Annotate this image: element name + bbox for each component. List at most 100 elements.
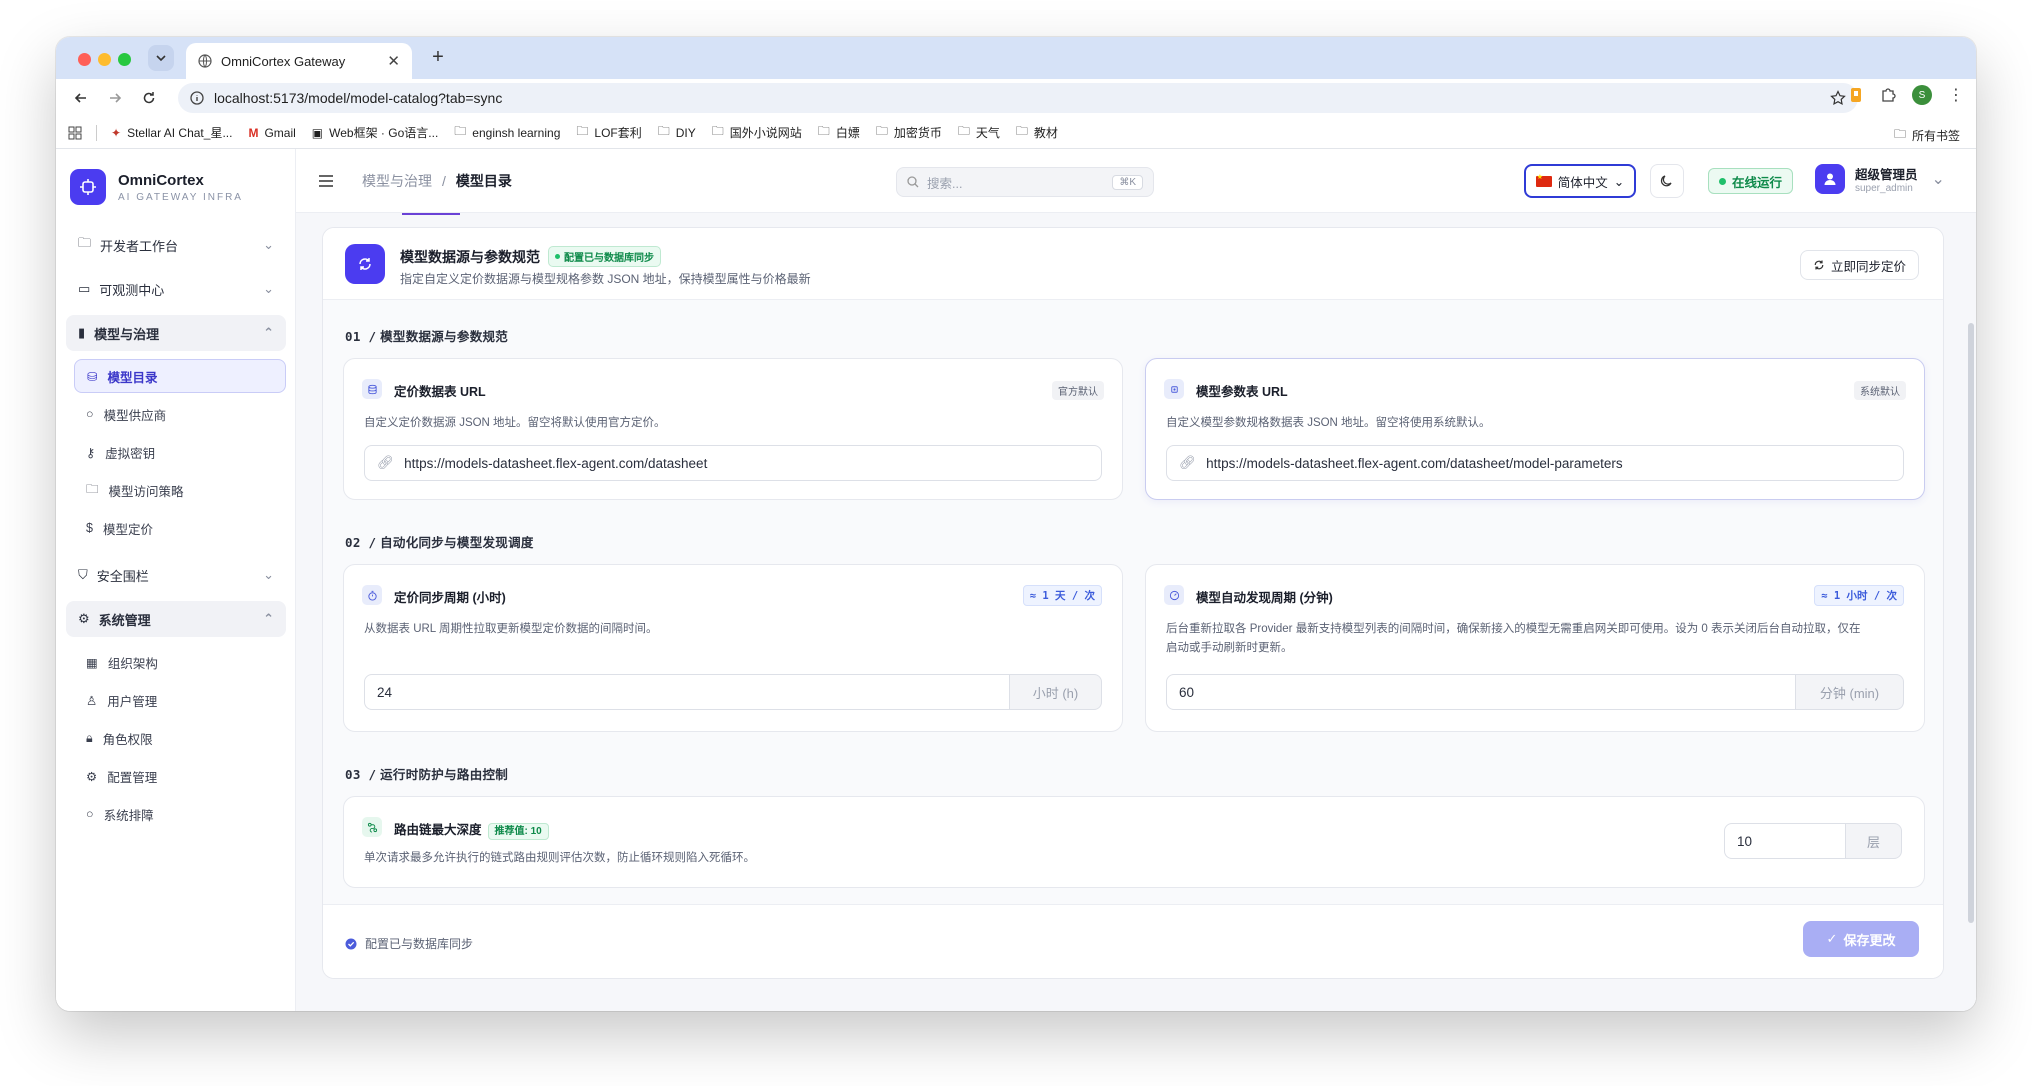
bookmark-folder[interactable]: 🗀 DIY bbox=[658, 122, 696, 143]
shield-icon: ⛉ bbox=[78, 567, 88, 582]
browser-tab[interactable]: OmniCortex Gateway ✕ bbox=[186, 43, 412, 79]
chevron-up-icon: ⌃ bbox=[263, 325, 274, 340]
bookmark-folder[interactable]: 🗀 enginsh learning bbox=[454, 122, 560, 143]
timer-icon bbox=[362, 585, 382, 605]
sidebar-item-pricing[interactable]: $ 模型定价 bbox=[66, 511, 286, 545]
refresh-icon bbox=[345, 244, 385, 284]
sidebar-item-troubleshoot[interactable]: ○ 系统排障 bbox=[66, 797, 286, 831]
card-title: 模型数据源与参数规范 bbox=[400, 248, 540, 265]
zoom-window-button[interactable] bbox=[118, 53, 131, 66]
search-input[interactable]: 搜索... ⌘K bbox=[896, 167, 1154, 197]
link-icon: 🔗︎ bbox=[377, 455, 395, 470]
nav-group-system[interactable]: ⚙ 系统管理 ⌃ bbox=[66, 601, 286, 637]
discover-period-unit: 分钟 (min) bbox=[1796, 674, 1904, 710]
extension-badge-icon[interactable] bbox=[1848, 87, 1864, 103]
bookmark-star-icon[interactable] bbox=[1830, 90, 1846, 106]
back-button[interactable] bbox=[64, 81, 98, 115]
lock-icon: 🔒︎ bbox=[86, 730, 93, 745]
menu-icon[interactable] bbox=[318, 174, 334, 188]
theme-toggle-button[interactable] bbox=[1650, 164, 1684, 198]
route-depth-desc: 单次请求最多允许执行的链式路由规则评估次数，防止循环规则陷入死循环。 bbox=[364, 852, 755, 864]
bookmark-folder[interactable]: 🗀 天气 bbox=[958, 122, 1000, 143]
discover-period-box: 模型自动发现周期 (分钟) ≈ 1 小时 / 次 后台重新拉取各 Provide… bbox=[1145, 564, 1925, 732]
footer-status: 配置已与数据库同步 bbox=[345, 935, 473, 952]
bookmark-folder[interactable]: 🗀 教材 bbox=[1016, 122, 1058, 143]
sidebar-item-org[interactable]: ▦ 组织架构 bbox=[66, 645, 286, 679]
new-tab-button[interactable]: + bbox=[426, 46, 450, 69]
compass-icon bbox=[1164, 585, 1184, 605]
reload-button[interactable] bbox=[132, 81, 166, 115]
profile-avatar[interactable]: S bbox=[1912, 85, 1932, 105]
bookmark-item[interactable]: M Gmail bbox=[248, 126, 295, 140]
sidebar-item-virtual-keys[interactable]: ⚷ 虚拟密钥 bbox=[66, 435, 286, 469]
nav-group-model[interactable]: ▮ 模型与治理 ⌃ bbox=[66, 315, 286, 351]
params-url-input[interactable]: 🔗︎ https://models-datasheet.flex-agent.c… bbox=[1166, 445, 1904, 481]
folder-icon: 🗀 bbox=[711, 124, 724, 138]
apps-grid-icon[interactable] bbox=[68, 126, 82, 140]
bookmark-item[interactable]: ▣ Web框架 · Go语言... bbox=[312, 124, 438, 141]
bookmark-folder[interactable]: 🗀 加密货币 bbox=[876, 122, 942, 143]
toolbar-actions: S ⋮ bbox=[1848, 85, 1964, 105]
nav-group-security[interactable]: ⛉ 安全围栏 ⌄ bbox=[66, 557, 286, 593]
bookmark-folder[interactable]: 🗀 LOF套利 bbox=[576, 122, 641, 143]
brand[interactable]: OmniCortex AI GATEWAY INFRA bbox=[70, 169, 243, 205]
sidebar-item-users[interactable]: ♙ 用户管理 bbox=[66, 683, 286, 717]
gear-icon: ⚙ bbox=[86, 769, 98, 784]
close-tab-icon[interactable]: ✕ bbox=[387, 52, 400, 70]
breadcrumb: 模型与治理 / 模型目录 bbox=[318, 171, 512, 191]
folder-icon: 🗀 bbox=[957, 124, 970, 138]
sidebar-nav: 🗀 开发者工作台 ⌄ ▭ 可观测中心 ⌄ ▮ 模型与治理 ⌃ ⛁ 模型目录 ○ 模型… bbox=[66, 227, 286, 843]
sidebar-item-access-policy[interactable]: 🗀 模型访问策略 bbox=[66, 473, 286, 507]
chevron-down-icon: ⌄ bbox=[1931, 171, 1945, 188]
route-depth-input[interactable]: 10 bbox=[1724, 823, 1846, 859]
status-badge: 在线运行 bbox=[1708, 168, 1794, 194]
card-header: 模型数据源与参数规范 配置已与数据库同步 指定自定义定价数据源与模型规格参数 J… bbox=[323, 228, 1943, 300]
chevron-down-icon: ⌄ bbox=[263, 237, 274, 252]
folder-icon: 🗀 bbox=[817, 124, 830, 138]
address-bar[interactable]: localhost:5173/model/model-catalog?tab=s… bbox=[178, 83, 1858, 113]
forward-button[interactable] bbox=[98, 81, 132, 115]
nav-group-observability[interactable]: ▭ 可观测中心 ⌄ bbox=[66, 271, 286, 307]
bookmark-folder[interactable]: 🗀 国外小说网站 bbox=[712, 122, 802, 143]
dollar-icon: $ bbox=[86, 521, 93, 535]
save-button[interactable]: ✓ 保存更改 bbox=[1803, 921, 1919, 957]
scrollbar[interactable] bbox=[1968, 323, 1974, 923]
circle-icon: ○ bbox=[86, 407, 94, 421]
sidebar-item-config[interactable]: ⚙ 配置管理 bbox=[66, 759, 286, 793]
model-submenu: ⛁ 模型目录 ○ 模型供应商 ⚷ 虚拟密钥 🗀 模型访问策略 $ 模型定价 bbox=[66, 359, 286, 545]
language-selector[interactable]: 简体中文 ⌄ bbox=[1524, 164, 1636, 198]
database-icon bbox=[362, 379, 382, 399]
stellar-icon: ✦ bbox=[111, 125, 122, 140]
system-submenu: ▦ 组织架构 ♙ 用户管理 🔒︎ 角色权限 ⚙ 配置管理 ○ 系统排障 bbox=[66, 645, 286, 831]
close-window-button[interactable] bbox=[78, 53, 91, 66]
more-menu-icon[interactable]: ⋮ bbox=[1948, 85, 1964, 105]
discover-period-title: 模型自动发现周期 (分钟) bbox=[1196, 591, 1333, 605]
card-body: 01 / 模型数据源与参数规范 定价数据表 URL 官方默认 自定义定价数据源 … bbox=[323, 300, 1943, 904]
user-name: 超级管理员 bbox=[1855, 168, 1918, 182]
bookmark-folder[interactable]: 🗀 白嫖 bbox=[818, 122, 860, 143]
breadcrumb-parent[interactable]: 模型与治理 bbox=[362, 171, 432, 191]
sync-pricing-button[interactable]: 立即同步定价 bbox=[1799, 250, 1919, 280]
section-heading-1: 01 / 模型数据源与参数规范 bbox=[345, 329, 509, 344]
nav-group-dev[interactable]: 🗀 开发者工作台 ⌄ bbox=[66, 227, 286, 263]
bookmarks-bar: ✦ Stellar AI Chat_星... M Gmail ▣ Web框架 · Go… bbox=[56, 117, 1976, 149]
globe-icon bbox=[198, 54, 212, 68]
sidebar-item-providers[interactable]: ○ 模型供应商 bbox=[66, 397, 286, 431]
user-menu[interactable]: 超级管理员 super_admin ⌄ bbox=[1815, 164, 1945, 194]
app-root: OmniCortex AI GATEWAY INFRA 🗀 开发者工作台 ⌄ ▭… bbox=[56, 149, 1976, 1011]
folder-icon: 🗀 bbox=[576, 124, 589, 138]
discover-period-input[interactable]: 60 bbox=[1166, 674, 1796, 710]
bookmark-item[interactable]: ✦ Stellar AI Chat_星... bbox=[111, 124, 232, 141]
sidebar-item-model-catalog[interactable]: ⛁ 模型目录 bbox=[74, 359, 286, 393]
minimize-window-button[interactable] bbox=[98, 53, 111, 66]
sidebar-item-roles[interactable]: 🔒︎ 角色权限 bbox=[66, 721, 286, 755]
book-icon: ▣ bbox=[311, 125, 324, 140]
cpu-icon bbox=[1164, 379, 1184, 399]
puzzle-icon[interactable] bbox=[1880, 87, 1896, 103]
sync-period-input[interactable]: 24 bbox=[364, 674, 1010, 710]
pricing-url-input[interactable]: 🔗︎ https://models-datasheet.flex-agent.c… bbox=[364, 445, 1102, 481]
tab-search-button[interactable] bbox=[148, 45, 174, 71]
pricing-url-title: 定价数据表 URL bbox=[394, 385, 486, 399]
all-bookmarks[interactable]: 🗀 所有书签 bbox=[1894, 125, 1960, 146]
sync-period-unit: 小时 (h) bbox=[1010, 674, 1102, 710]
